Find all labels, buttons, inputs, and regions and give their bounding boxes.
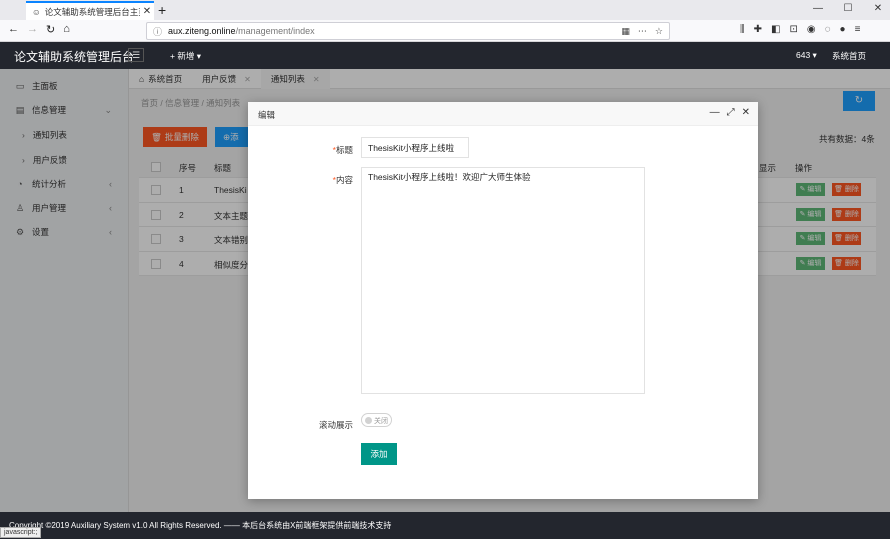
chat-icon[interactable]: ◌ <box>825 24 831 35</box>
library-icon[interactable]: ⫼ <box>740 24 745 35</box>
toggle-knob <box>365 417 372 424</box>
menu-toggle-icon[interactable]: ☰ <box>128 48 144 62</box>
back-icon[interactable]: ← <box>8 23 19 36</box>
forward-icon[interactable]: → <box>27 23 38 36</box>
close-tab-icon[interactable]: ✕ <box>140 6 154 17</box>
screenshot-icon[interactable]: ⊡ <box>789 24 797 35</box>
site-info-icon[interactable]: ⓘ <box>153 25 162 38</box>
add-submit-button[interactable]: 添加 <box>361 443 397 465</box>
more-icon[interactable]: ⋯ <box>638 26 647 37</box>
scroll-display-label: 滚动展示 <box>318 420 353 430</box>
page-favicon-icon: ☺ <box>32 6 41 17</box>
app-header: 论文辅助系统管理后台 ☰ + 新增 ▾ 643 ▾ 系统首页 <box>0 42 890 69</box>
app-logo: 论文辅助系统管理后台 <box>14 50 135 64</box>
url-host: aux.ziteng.online <box>168 26 236 36</box>
window-close-icon[interactable]: ✕ <box>872 3 884 14</box>
dialog-header: 编辑 — ⤢ ✕ <box>248 102 758 126</box>
maximize-icon[interactable]: ⤢ <box>727 107 735 118</box>
scroll-display-toggle[interactable]: 关闭 <box>361 413 392 427</box>
reload-icon[interactable]: ↻ <box>46 23 55 36</box>
browser-tab[interactable]: ☺ 论文辅助系统管理后台主页 ✕ <box>26 1 154 20</box>
content-label: *内容 <box>332 175 353 185</box>
system-home-link[interactable]: 系统首页 <box>832 50 866 62</box>
browser-nav-bar: ← → ↻ ⌂ ⓘ aux.ziteng.online /management/… <box>0 20 890 42</box>
dialog-title: 编辑 <box>258 110 276 120</box>
bookmark-star-icon[interactable]: ☆ <box>655 26 663 37</box>
new-tab-icon[interactable]: + <box>158 2 166 18</box>
addon-icon[interactable]: ◉ <box>807 24 816 35</box>
user-menu[interactable]: 643 ▾ <box>796 50 817 61</box>
content-textarea[interactable]: ThesisKit小程序上线啦！欢迎广大师生体验 <box>361 167 645 394</box>
close-icon[interactable]: ✕ <box>742 107 750 118</box>
hamburger-menu-icon[interactable]: ≡ <box>855 24 861 35</box>
maximize-icon[interactable]: ☐ <box>842 3 854 14</box>
status-tooltip: javascript:; <box>0 527 42 538</box>
browser-tab-bar: ☺ 论文辅助系统管理后台主页 ✕ + — ☐ ✕ <box>0 0 890 20</box>
home-icon[interactable]: ⌂ <box>63 23 70 36</box>
account-icon[interactable]: ● <box>840 24 846 35</box>
qr-icon[interactable]: ▦ <box>621 26 630 37</box>
url-path: /management/index <box>235 26 315 36</box>
minimize-icon[interactable]: — <box>710 107 720 118</box>
add-new-menu[interactable]: + 新增 ▾ <box>170 50 201 62</box>
footer: Copyright ©2019 Auxiliary System v1.0 Al… <box>0 512 890 539</box>
extension-icon[interactable]: ✚ <box>754 24 762 35</box>
address-bar[interactable]: ⓘ aux.ziteng.online /management/index ▦ … <box>146 22 670 40</box>
sidebar-toggle-icon[interactable]: ◧ <box>771 24 780 35</box>
title-input[interactable] <box>361 137 469 158</box>
edit-dialog: 编辑 — ⤢ ✕ *标题 *内容 ThesisKit小程序上线啦！欢迎广大师生体… <box>248 102 758 499</box>
minimize-icon[interactable]: — <box>812 3 824 14</box>
title-label: *标题 <box>332 145 353 155</box>
browser-tab-title: 论文辅助系统管理后台主页 <box>44 6 140 17</box>
toggle-text: 关闭 <box>374 418 388 425</box>
